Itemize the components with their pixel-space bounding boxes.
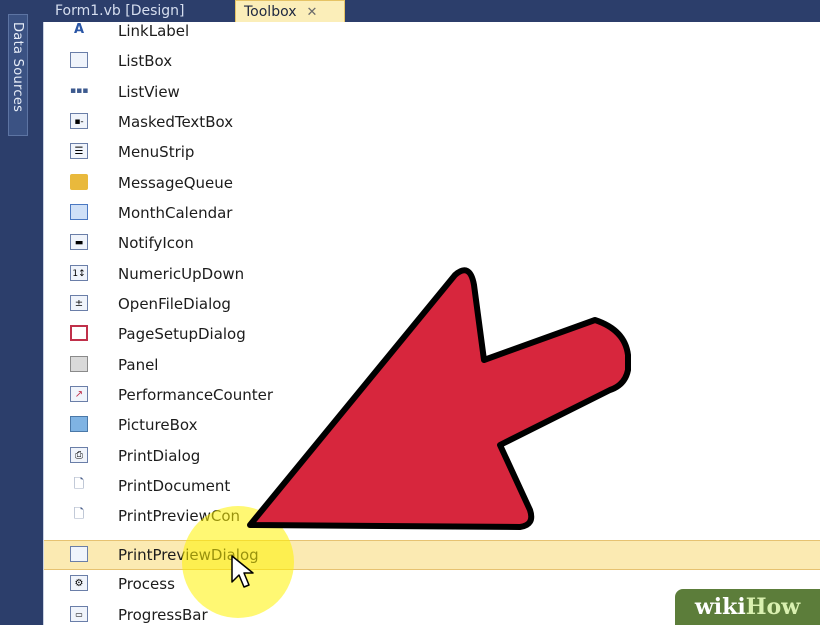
list-item[interactable]: PageSetupDialog — [44, 319, 820, 349]
wiki-text: wiki — [694, 594, 746, 620]
print-preview-dialog-icon — [70, 546, 88, 562]
data-sources-label: Data Sources — [10, 22, 25, 113]
notify-icon: ▬ — [70, 234, 88, 250]
item-label: MenuStrip — [118, 143, 195, 161]
list-item[interactable]: 1↕ NumericUpDown — [44, 259, 820, 289]
list-item[interactable]: ▪▪▪ ListView — [44, 77, 820, 107]
picturebox-icon — [70, 416, 88, 432]
list-item-selected[interactable]: PrintPreviewDialog — [44, 540, 820, 570]
masked-textbox-icon: ▪- — [70, 113, 88, 129]
item-label: MonthCalendar — [118, 204, 233, 222]
print-dialog-icon: ⎙ — [70, 447, 88, 463]
calendar-icon — [70, 204, 88, 220]
link-label-icon: A — [73, 22, 85, 37]
left-panel-strip: Data Sources — [0, 0, 30, 625]
open-file-dialog-icon: ± — [70, 295, 88, 311]
list-item[interactable]: MonthCalendar — [44, 198, 820, 228]
list-item[interactable]: ↗ PerformanceCounter — [44, 380, 820, 410]
item-label: LinkLabel — [118, 22, 190, 40]
item-label: NotifyIcon — [118, 234, 194, 252]
list-item[interactable]: ListBox — [44, 46, 820, 76]
list-item[interactable]: ⎙ PrintDialog — [44, 441, 820, 471]
list-item[interactable]: ▬ NotifyIcon — [44, 228, 820, 258]
item-label: NumericUpDown — [118, 265, 245, 283]
print-preview-control-icon: 🗋 — [73, 507, 85, 522]
item-label: PictureBox — [118, 416, 198, 434]
list-item[interactable]: A LinkLabel — [44, 16, 820, 46]
list-item[interactable]: Panel — [44, 350, 820, 380]
item-label: MaskedTextBox — [118, 113, 234, 131]
list-item[interactable]: MessageQueue — [44, 168, 820, 198]
panel-border — [30, 0, 43, 625]
list-item[interactable]: 🗋 PrintPreviewCon — [44, 501, 820, 531]
print-document-icon: 🗋 — [73, 477, 85, 492]
toolbox-list: A LinkLabel ListBox ▪▪▪ ListView ▪- Mask… — [43, 22, 820, 625]
list-item[interactable]: ☰ MenuStrip — [44, 137, 820, 167]
wikihow-watermark: wikiHow — [675, 589, 820, 625]
page-setup-icon — [70, 325, 88, 341]
item-label: PerformanceCounter — [118, 386, 273, 404]
how-text: How — [745, 594, 801, 620]
performance-counter-icon: ↗ — [70, 386, 88, 402]
item-label: ListBox — [118, 52, 173, 70]
list-item[interactable]: PictureBox — [44, 410, 820, 440]
progressbar-icon: ▭ — [70, 606, 88, 622]
item-label: Panel — [118, 356, 159, 374]
item-label: ListView — [118, 83, 180, 101]
numeric-updown-icon: 1↕ — [70, 265, 88, 281]
menustrip-icon: ☰ — [70, 143, 88, 159]
item-label: OpenFileDialog — [118, 295, 231, 313]
message-queue-icon — [70, 174, 88, 190]
item-label: PrintPreviewCon — [118, 507, 241, 525]
item-label: ProgressBar — [118, 606, 208, 624]
list-item[interactable]: ± OpenFileDialog — [44, 289, 820, 319]
listbox-icon — [70, 52, 88, 68]
item-label: PageSetupDialog — [118, 325, 246, 343]
item-label: PrintDialog — [118, 447, 201, 465]
visual-studio-window: Data Sources Form1.vb [Design] Toolbox ✕ … — [0, 0, 820, 625]
list-item[interactable]: ▪- MaskedTextBox — [44, 107, 820, 137]
item-label: PrintDocument — [118, 477, 231, 495]
process-icon: ⚙ — [70, 575, 88, 591]
list-item[interactable]: 🗋 PrintDocument — [44, 471, 820, 501]
panel-icon — [70, 356, 88, 372]
item-label: MessageQueue — [118, 174, 234, 192]
item-label: Process — [118, 575, 175, 593]
item-label: PrintPreviewDialog — [118, 546, 259, 564]
listview-icon: ▪▪▪ — [70, 86, 89, 96]
